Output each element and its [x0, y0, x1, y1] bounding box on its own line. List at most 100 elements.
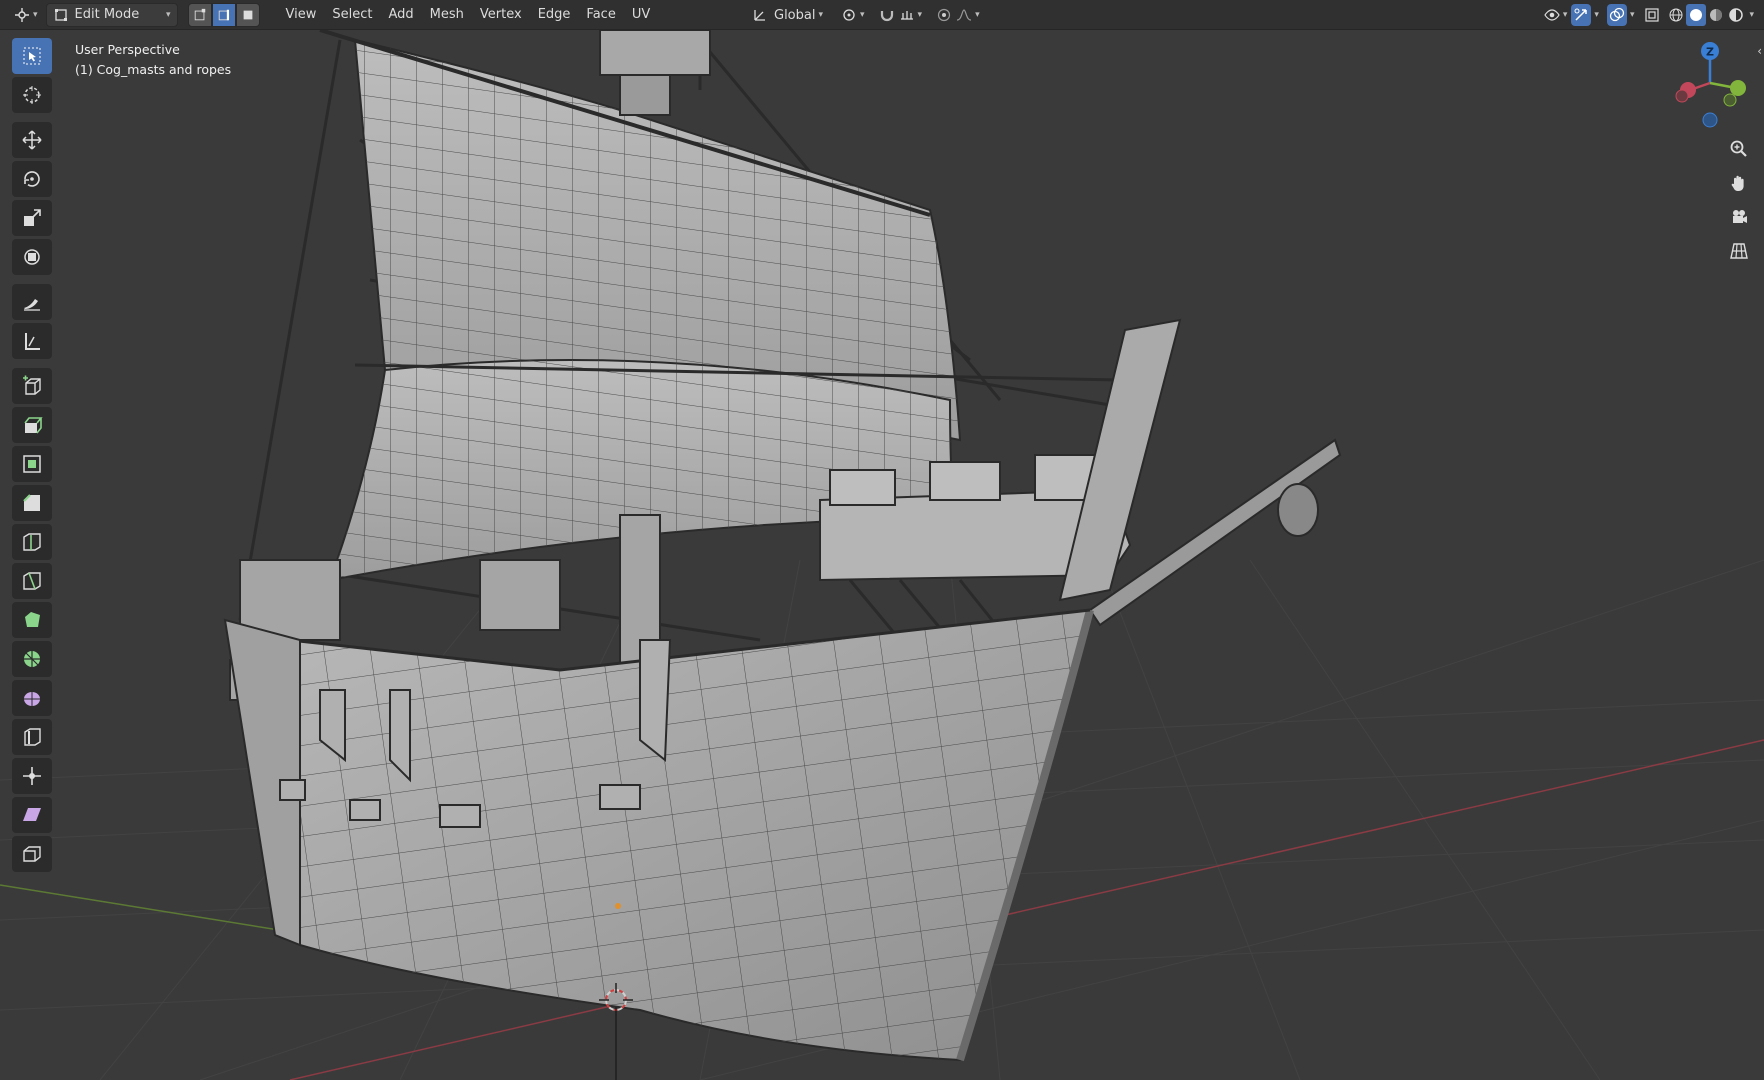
- smooth-icon: [24, 692, 40, 706]
- hanging-pulley: [1277, 483, 1319, 537]
- xray-toggle[interactable]: [1644, 4, 1660, 26]
- menu-select[interactable]: Select: [324, 4, 380, 26]
- tool-shear[interactable]: [12, 797, 52, 833]
- edge-select-icon: [218, 9, 229, 20]
- loop-cut-icon: [23, 533, 41, 551]
- sidebar-collapse-icon[interactable]: ‹: [1757, 44, 1762, 58]
- tool-spin[interactable]: [12, 641, 52, 677]
- proportional-falloff-dropdown[interactable]: ▾: [956, 4, 980, 26]
- chevron-down-icon: ▾: [975, 10, 980, 20]
- shading-rendered-button[interactable]: [1726, 4, 1746, 26]
- tool-inset[interactable]: [12, 446, 52, 482]
- viewport-header: ▾ Edit Mode ▾ View Select Add Mesh Verte…: [0, 0, 1764, 30]
- header-right-tools: ▾ ▾ ▾ ▾: [1540, 4, 1754, 26]
- chevron-down-icon[interactable]: ▾: [1594, 10, 1599, 20]
- face-select-button[interactable]: [235, 2, 260, 27]
- zoom-button[interactable]: [1722, 132, 1756, 166]
- y-axis-handle[interactable]: [1730, 80, 1746, 96]
- vertex-select-button[interactable]: [187, 2, 212, 27]
- menu-face[interactable]: Face: [578, 4, 623, 26]
- tool-move[interactable]: [12, 122, 52, 158]
- tool-select-box[interactable]: [12, 38, 52, 74]
- menu-vertex[interactable]: Vertex: [472, 4, 530, 26]
- face-select-icon: [243, 10, 252, 19]
- grid-perspective-icon: [1730, 243, 1748, 259]
- gizmo-toggle[interactable]: [1571, 4, 1592, 26]
- shading-solid-button[interactable]: [1686, 4, 1707, 26]
- select-box-icon: [23, 47, 41, 65]
- rotate-icon: [24, 171, 40, 187]
- tool-shelf: [10, 38, 54, 875]
- tool-loop-cut[interactable]: [12, 524, 52, 560]
- neg-y-axis-handle[interactable]: [1723, 93, 1737, 107]
- menu-view[interactable]: View: [278, 4, 325, 26]
- gizmo-icon: [1574, 8, 1588, 21]
- chevron-down-icon[interactable]: ▾: [1630, 10, 1635, 20]
- tool-rip[interactable]: [12, 836, 52, 872]
- magnet-icon: [880, 11, 893, 22]
- edit-mode-icon: [54, 8, 67, 21]
- snap-toggle[interactable]: [879, 4, 895, 26]
- menu-mesh[interactable]: Mesh: [422, 4, 472, 26]
- pivot-point-dropdown[interactable]: ▾: [841, 4, 865, 26]
- tool-knife[interactable]: [12, 563, 52, 599]
- chevron-down-icon[interactable]: ▾: [1749, 10, 1754, 20]
- bevel-icon: [23, 494, 40, 511]
- mode-dropdown[interactable]: Edit Mode ▾: [45, 2, 178, 27]
- tool-cursor[interactable]: [12, 77, 52, 113]
- zoom-icon: [1730, 140, 1747, 157]
- orientation-icon: [754, 10, 765, 21]
- shading-wireframe-button[interactable]: [1666, 4, 1686, 26]
- tool-edge-slide[interactable]: [12, 719, 52, 755]
- object-visibility-dropdown[interactable]: ▾: [1544, 4, 1567, 26]
- pan-button[interactable]: [1722, 166, 1756, 200]
- perspective-toggle-button[interactable]: [1722, 234, 1756, 268]
- rip-icon: [23, 846, 41, 862]
- tool-annotate[interactable]: [12, 284, 52, 320]
- proportional-edit-icon: [937, 8, 951, 22]
- overlays-toggle[interactable]: [1606, 4, 1627, 26]
- knife-icon: [23, 572, 41, 590]
- snap-increment-icon: [900, 11, 913, 20]
- menu-add[interactable]: Add: [381, 4, 422, 26]
- transform-orientation-dropdown[interactable]: Global ▾: [748, 4, 827, 26]
- rendered-shading-icon: [1729, 8, 1744, 22]
- tool-add-cube[interactable]: [12, 368, 52, 404]
- edge-select-button[interactable]: [211, 2, 236, 27]
- inset-icon: [23, 455, 41, 473]
- tool-rotate[interactable]: [12, 161, 52, 197]
- transform-orientation-label: Global: [774, 7, 816, 23]
- camera-view-button[interactable]: [1722, 200, 1756, 234]
- spin-icon: [24, 651, 40, 667]
- shrink-fatten-icon: [23, 767, 41, 785]
- shading-material-button[interactable]: [1706, 4, 1726, 26]
- neg-x-axis-handle[interactable]: [1675, 89, 1689, 103]
- vertex-select-icon: [194, 8, 205, 20]
- solid-shading-icon: [1690, 9, 1703, 21]
- active-object-name: (1) Cog_masts and ropes: [75, 62, 232, 77]
- chevron-down-icon: ▾: [860, 10, 865, 20]
- tool-bevel[interactable]: [12, 485, 52, 521]
- tool-extrude[interactable]: [12, 407, 52, 443]
- move-icon: [22, 130, 42, 150]
- snap-target-dropdown[interactable]: ▾: [899, 4, 922, 26]
- menu-uv[interactable]: UV: [624, 4, 658, 26]
- editor-type-button[interactable]: ▾: [14, 4, 38, 26]
- mode-label: Edit Mode: [74, 7, 140, 22]
- pivot-point-icon: [843, 9, 855, 21]
- navigation-gizmo[interactable]: Z: [1660, 38, 1760, 138]
- tool-shrink-fatten[interactable]: [12, 758, 52, 794]
- scale-icon: [24, 209, 41, 226]
- select-mode-group: [187, 2, 260, 27]
- overlays-icon: [1609, 7, 1625, 22]
- tool-smooth[interactable]: [12, 680, 52, 716]
- proportional-edit-toggle[interactable]: [936, 4, 952, 26]
- cursor-icon: [23, 86, 41, 104]
- neg-z-axis-handle[interactable]: [1702, 112, 1718, 128]
- tool-scale[interactable]: [12, 200, 52, 236]
- tool-transform[interactable]: [12, 239, 52, 275]
- tool-measure[interactable]: [12, 323, 52, 359]
- tool-poly-build[interactable]: [12, 602, 52, 638]
- 3d-viewport[interactable]: [0, 30, 1764, 1080]
- menu-edge[interactable]: Edge: [530, 4, 579, 26]
